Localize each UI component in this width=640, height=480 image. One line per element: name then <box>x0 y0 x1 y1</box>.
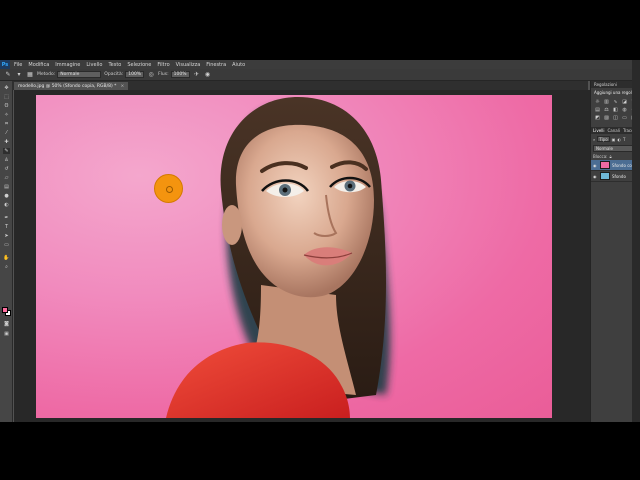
opacity-label: Opacità: <box>104 72 124 77</box>
airbrush-icon[interactable]: ✈ <box>193 71 201 79</box>
flow-label: Flus: <box>158 72 169 77</box>
marquee-icon[interactable]: ⬚ <box>3 94 10 100</box>
eyedropper-icon[interactable]: ⁄ <box>3 130 10 136</box>
image-canvas[interactable] <box>36 95 552 418</box>
type-icon[interactable]: T <box>3 224 10 230</box>
menu-testo[interactable]: Testo <box>108 62 121 68</box>
close-icon[interactable]: × <box>120 84 124 89</box>
gradient-icon[interactable]: ▤ <box>3 184 10 190</box>
hue-saturation-icon[interactable]: ▤ <box>594 107 601 113</box>
foreground-color-swatch[interactable] <box>2 307 8 313</box>
filter-pixel-icon[interactable]: ▣ <box>612 137 616 142</box>
hand-icon[interactable]: ✋ <box>3 255 10 261</box>
posterize-icon[interactable]: ▨ <box>603 115 610 121</box>
layer-name: Sfondo <box>612 173 626 179</box>
model-portrait-image <box>166 97 391 418</box>
exposure-icon[interactable]: ◪ <box>621 99 628 105</box>
mode-label: Metodo: <box>37 72 56 77</box>
document-tab-bar: modello.jpg @ 50% (Sfondo copia, RGB/8) … <box>12 81 588 90</box>
invert-icon[interactable]: ◩ <box>594 115 601 121</box>
quick-mask-icon[interactable]: ◙ <box>3 321 10 327</box>
black-white-icon[interactable]: ◧ <box>612 107 619 113</box>
filter-kind-icon[interactable]: ⌕ <box>593 137 595 142</box>
threshold-icon[interactable]: ◫ <box>612 115 619 121</box>
lock-label: Blocca: <box>593 154 608 159</box>
options-bar: ✎ ▾ ▦ Metodo: Normale Opacità: 100% ◎ Fl… <box>0 69 640 81</box>
menu-filtro[interactable]: Filtro <box>157 62 169 68</box>
menu-modifica[interactable]: Modifica <box>28 62 49 68</box>
pen-icon[interactable]: ✒ <box>3 215 10 221</box>
layer-thumbnail <box>600 161 610 169</box>
brightness-icon[interactable]: ☼ <box>594 99 601 105</box>
flow-field[interactable]: 100% <box>170 71 190 78</box>
gradient-map-icon[interactable]: ▭ <box>621 115 628 121</box>
menu-selezione[interactable]: Selezione <box>127 62 151 68</box>
blur-icon[interactable]: ● <box>3 193 10 199</box>
menu-bar: Ps File Modifica Immagine Livello Testo … <box>0 60 640 69</box>
document-tab[interactable]: modello.jpg @ 50% (Sfondo copia, RGB/8) … <box>14 82 129 90</box>
curves-icon[interactable]: ∿ <box>612 99 619 105</box>
menu-finestra[interactable]: Finestra <box>206 62 226 68</box>
brush-panel-icon[interactable]: ▦ <box>26 71 34 79</box>
shape-icon[interactable]: ▭ <box>3 242 10 248</box>
menu-livello[interactable]: Livello <box>86 62 102 68</box>
window-edge <box>632 60 640 422</box>
clone-stamp-icon[interactable]: ♙ <box>3 157 10 163</box>
photoshop-logo: Ps <box>0 60 10 69</box>
crop-icon[interactable]: ⌗ <box>3 121 10 127</box>
filter-type-icon[interactable]: T <box>623 137 625 142</box>
tools-panel: ✥ ⬚ ʘ ✧ ⌗ ⁄ ✚ ✎ ♙ ↺ ▱ ▤ ● ◐ ✒ T ➤ ▭ ✋ ⌕ … <box>0 81 13 422</box>
lasso-icon[interactable]: ʘ <box>3 103 10 109</box>
menu-aiuto[interactable]: Aiuto <box>232 62 245 68</box>
visibility-eye-icon[interactable]: ◉ <box>593 163 598 168</box>
filter-adjust-icon[interactable]: ◐ <box>617 137 621 142</box>
lock-icon[interactable]: 🔒︎ <box>610 154 612 159</box>
menu-immagine[interactable]: Immagine <box>55 62 80 68</box>
photo-filter-icon[interactable]: ◍ <box>621 107 628 113</box>
layer-thumbnail <box>600 172 610 180</box>
video-frame: Ps File Modifica Immagine Livello Testo … <box>0 0 640 480</box>
opacity-field[interactable]: 100% <box>125 71 145 78</box>
pressure-size-icon[interactable]: ◉ <box>204 71 212 79</box>
pressure-opacity-icon[interactable]: ◎ <box>147 71 155 79</box>
menu-visualizza[interactable]: Visualizza <box>176 62 201 68</box>
document-tab-title: modello.jpg @ 50% (Sfondo copia, RGB/8) … <box>18 83 117 89</box>
tab-canali[interactable]: Canali <box>608 128 620 133</box>
visibility-eye-icon[interactable]: ◉ <box>593 174 598 179</box>
levels-icon[interactable]: ▥ <box>603 99 610 105</box>
filter-kind-select[interactable]: Tipo <box>597 136 610 142</box>
brush-preset-icon[interactable]: ✎ <box>4 71 12 79</box>
brush-icon[interactable]: ✎ <box>3 148 10 154</box>
tab-livelli[interactable]: Livelli <box>593 128 605 133</box>
zoom-icon[interactable]: ⌕ <box>3 264 10 270</box>
screen-mode-icon[interactable]: ▣ <box>3 331 10 337</box>
history-brush-icon[interactable]: ↺ <box>3 166 10 172</box>
photoshop-window: Ps File Modifica Immagine Livello Testo … <box>0 60 640 422</box>
brush-cursor <box>154 174 183 203</box>
eraser-icon[interactable]: ▱ <box>3 175 10 181</box>
quick-select-icon[interactable]: ✧ <box>3 112 10 118</box>
mode-select[interactable]: Normale <box>57 71 102 78</box>
brush-size-icon[interactable]: ▾ <box>15 71 23 79</box>
menu-file[interactable]: File <box>14 62 22 68</box>
canvas-area <box>14 90 590 422</box>
dodge-icon[interactable]: ◐ <box>3 202 10 208</box>
path-select-icon[interactable]: ➤ <box>3 233 10 239</box>
color-balance-icon[interactable]: ⚖ <box>603 107 610 113</box>
healing-icon[interactable]: ✚ <box>3 139 10 145</box>
move-icon[interactable]: ✥ <box>3 85 10 91</box>
